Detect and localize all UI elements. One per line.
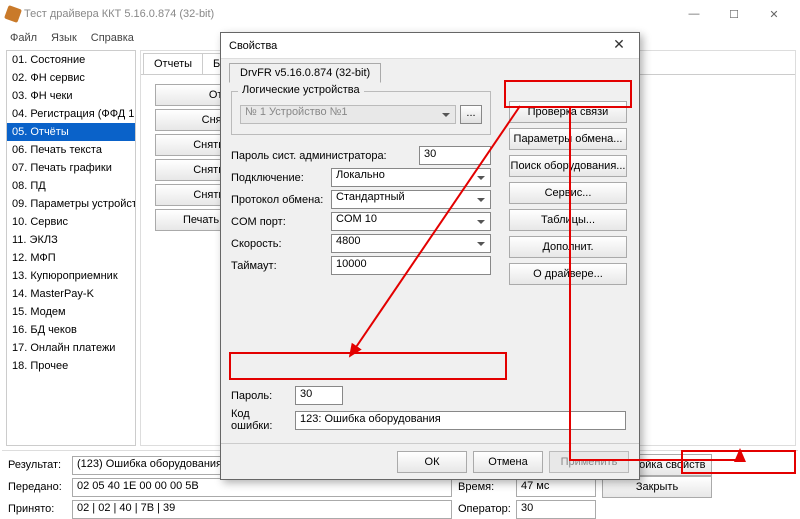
recv-label: Принято: <box>8 503 66 515</box>
time-label: Время: <box>458 481 510 493</box>
result-label: Результат: <box>8 459 66 471</box>
time-field[interactable]: 47 мс <box>516 478 596 497</box>
send-label: Передано: <box>8 481 66 493</box>
sidebar-item-15[interactable]: 16. БД чеков <box>7 321 135 339</box>
sidebar-item-6[interactable]: 07. Печать графики <box>7 159 135 177</box>
sidebar-item-3[interactable]: 04. Регистрация (ФФД 1.0) <box>7 105 135 123</box>
dialog-right-button-6[interactable]: О драйвере... <box>509 263 627 285</box>
dialog-close-icon[interactable]: ✕ <box>607 36 631 56</box>
proto-select[interactable]: Стандартный <box>331 190 491 209</box>
dialog-right-button-5[interactable]: Дополнит. параметры... <box>509 236 627 258</box>
sidebar-item-1[interactable]: 02. ФН сервис <box>7 69 135 87</box>
sidebar-item-5[interactable]: 06. Печать текста <box>7 141 135 159</box>
err-label: Код ошибки: <box>231 408 291 432</box>
sidebar-list[interactable]: 01. Состояние02. ФН сервис03. ФН чеки04.… <box>6 50 136 446</box>
proto-label: Протокол обмена: <box>231 194 327 206</box>
err-field[interactable]: 123: Ошибка оборудования <box>295 411 626 430</box>
timeout-input[interactable]: 10000 <box>331 256 491 275</box>
send-field[interactable]: 02 05 40 1E 00 00 00 5B <box>72 478 452 497</box>
device-browse-button[interactable]: ... <box>460 105 482 124</box>
window-titlebar: Тест драйвера ККТ 5.16.0.874 (32-bit) — … <box>0 0 800 28</box>
sidebar-item-14[interactable]: 15. Модем <box>7 303 135 321</box>
pass2-label: Пароль: <box>231 390 291 402</box>
dialog-right-button-4[interactable]: Таблицы... <box>509 209 627 231</box>
com-label: COM порт: <box>231 216 327 228</box>
sidebar-item-8[interactable]: 09. Параметры устройства <box>7 195 135 213</box>
admin-pass-label: Пароль сист. администратора: <box>231 150 415 162</box>
conn-label: Подключение: <box>231 172 327 184</box>
device-select[interactable]: № 1 Устройство №1 <box>240 105 456 124</box>
sidebar-item-2[interactable]: 03. ФН чеки <box>7 87 135 105</box>
menu-lang[interactable]: Язык <box>51 32 77 44</box>
sidebar-item-9[interactable]: 10. Сервис <box>7 213 135 231</box>
dialog-right-button-0[interactable]: Проверка связи <box>509 101 627 123</box>
sidebar-item-0[interactable]: 01. Состояние <box>7 51 135 69</box>
dialog-cancel-button[interactable]: Отмена <box>473 451 543 473</box>
menu-help[interactable]: Справка <box>91 32 134 44</box>
sidebar-item-10[interactable]: 11. ЭКЛЗ <box>7 231 135 249</box>
dialog-ok-button[interactable]: ОК <box>397 451 467 473</box>
dialog-right-button-2[interactable]: Поиск оборудования... <box>509 155 627 177</box>
dialog-titlebar: Свойства ✕ <box>221 33 639 59</box>
recv-field[interactable]: 02 | 02 | 40 | 7B | 39 <box>72 500 452 519</box>
operator-label: Оператор: <box>458 503 510 515</box>
app-icon <box>4 5 22 23</box>
maximize-button[interactable]: ☐ <box>714 2 754 26</box>
group-logical-devices: Логические устройства <box>238 84 364 96</box>
com-select[interactable]: COM 10 <box>331 212 491 231</box>
sidebar-item-12[interactable]: 13. Купюроприемник <box>7 267 135 285</box>
minimize-button[interactable]: — <box>674 2 714 26</box>
dialog-tab[interactable]: DrvFR v5.16.0.874 (32-bit) <box>229 63 381 83</box>
dialog-title: Свойства <box>229 40 607 52</box>
sidebar-item-4[interactable]: 05. Отчёты <box>7 123 135 141</box>
sidebar-item-7[interactable]: 08. ПД <box>7 177 135 195</box>
menu-file[interactable]: Файл <box>10 32 37 44</box>
dialog-right-button-3[interactable]: Сервис... <box>509 182 627 204</box>
sidebar-item-17[interactable]: 18. Прочее <box>7 357 135 375</box>
sidebar-item-11[interactable]: 12. МФП <box>7 249 135 267</box>
sidebar-item-13[interactable]: 14. MasterPay-K <box>7 285 135 303</box>
close-button[interactable]: ✕ <box>754 2 794 26</box>
tab-reports[interactable]: Отчеты <box>143 53 203 74</box>
pass2-input[interactable]: 30 <box>295 386 343 405</box>
operator-field[interactable]: 30 <box>516 500 596 519</box>
speed-label: Скорость: <box>231 238 327 250</box>
properties-dialog: Свойства ✕ DrvFR v5.16.0.874 (32-bit) Ло… <box>220 32 640 480</box>
dialog-apply-button[interactable]: Применить <box>549 451 629 473</box>
admin-pass-input[interactable]: 30 <box>419 146 491 165</box>
timeout-label: Таймаут: <box>231 260 327 272</box>
window-title: Тест драйвера ККТ 5.16.0.874 (32-bit) <box>24 8 674 20</box>
sidebar-item-16[interactable]: 17. Онлайн платежи <box>7 339 135 357</box>
dialog-right-button-1[interactable]: Параметры обмена... <box>509 128 627 150</box>
conn-select[interactable]: Локально <box>331 168 491 187</box>
speed-select[interactable]: 4800 <box>331 234 491 253</box>
